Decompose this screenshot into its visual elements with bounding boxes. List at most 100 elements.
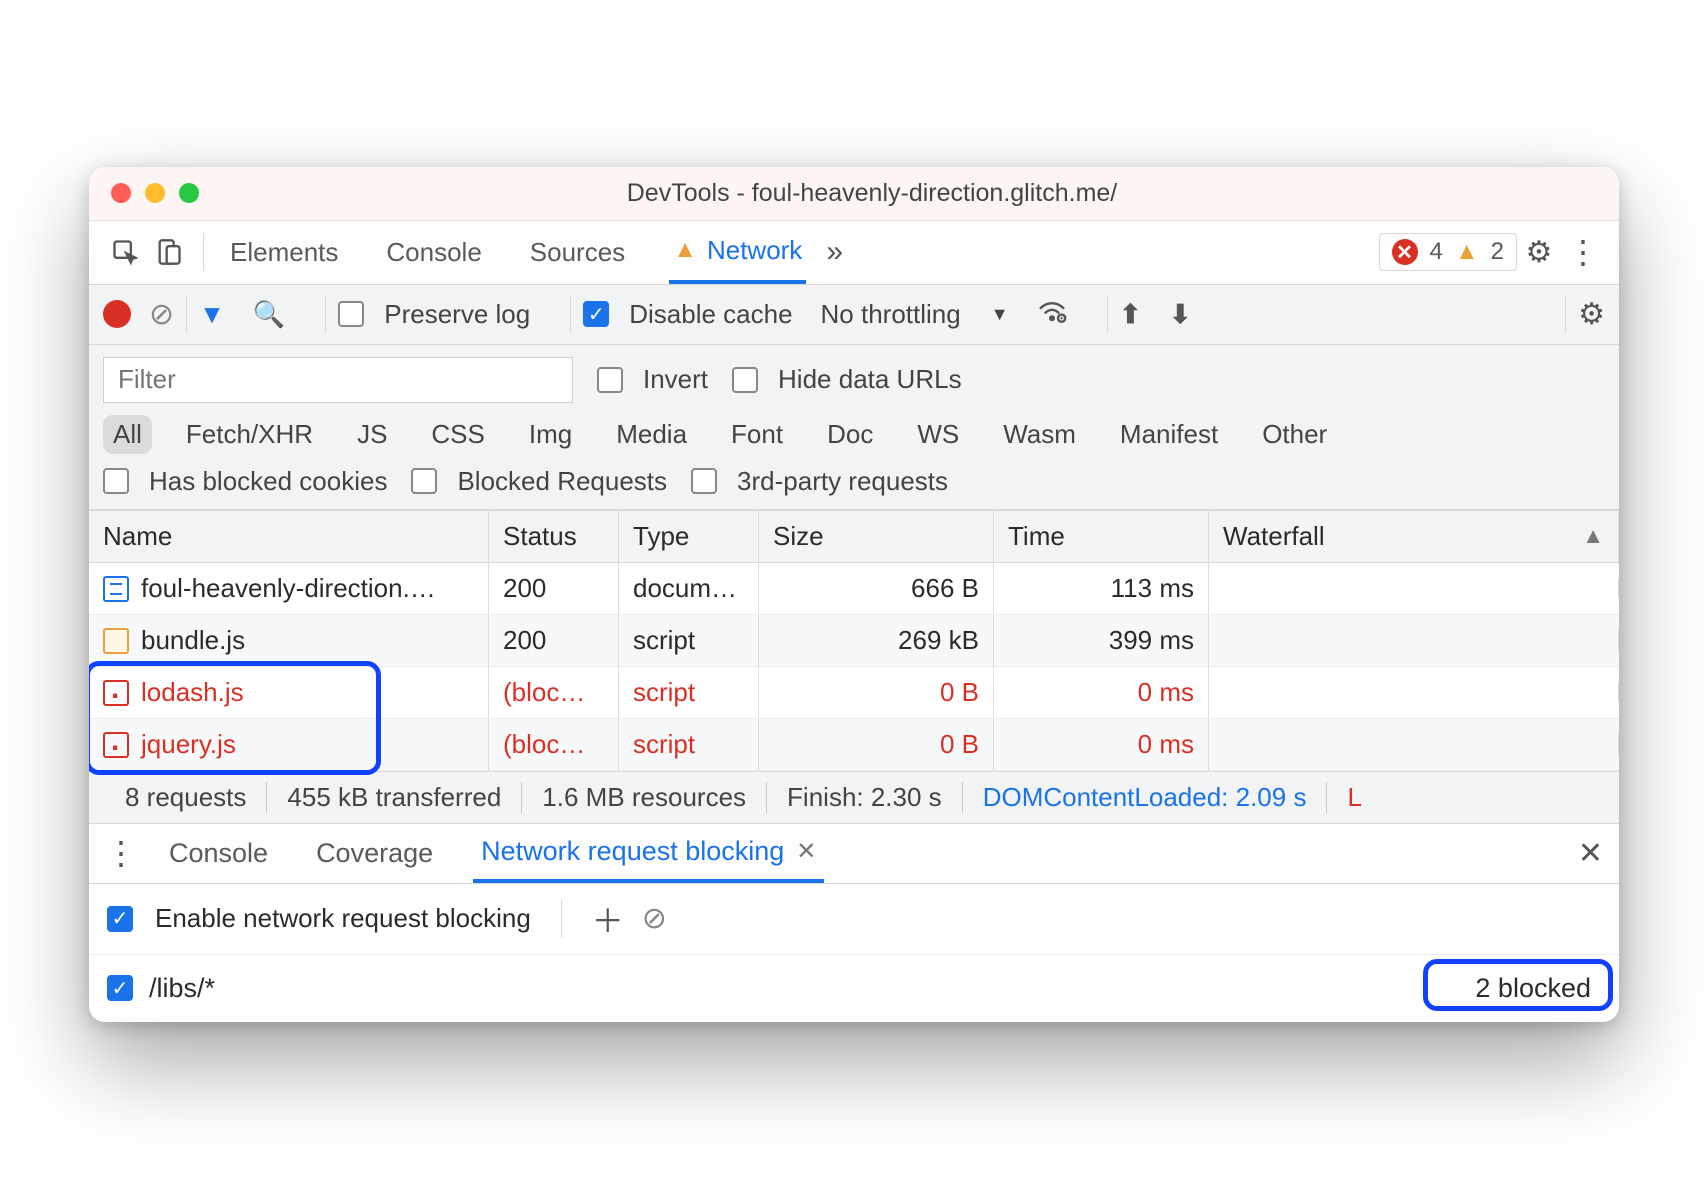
col-time[interactable]: Time: [994, 511, 1209, 562]
script-icon: [103, 628, 129, 654]
table-row[interactable]: lodash.js (bloc… script 0 B 0 ms: [89, 667, 1619, 719]
cell-name: foul-heavenly-direction.…: [141, 573, 436, 603]
settings-icon[interactable]: ⚙: [1517, 221, 1561, 284]
filter-input[interactable]: [103, 357, 573, 403]
col-status[interactable]: Status: [489, 511, 619, 562]
cell-size: 0 B: [759, 719, 994, 770]
upload-har-icon[interactable]: ⬆: [1120, 299, 1142, 330]
device-toggle-icon[interactable]: [147, 221, 191, 284]
record-icon[interactable]: [103, 300, 131, 328]
search-icon[interactable]: 🔍: [253, 299, 285, 330]
clear-icon[interactable]: ⊘: [149, 297, 174, 332]
annotation-highlight: [1423, 959, 1613, 1011]
table-header: Name Status Type Size Time Waterfall ▲: [89, 510, 1619, 563]
blocked-script-icon: [103, 680, 129, 706]
kebab-menu-icon[interactable]: ⋮: [1561, 221, 1605, 284]
invert-label: Invert: [643, 364, 708, 395]
summary-resources: 1.6 MB resources: [522, 782, 767, 813]
summary-dcl: DOMContentLoaded: 2.09 s: [963, 782, 1328, 813]
label: Blocked Requests: [457, 466, 667, 497]
blocked-requests-checkbox[interactable]: Blocked Requests: [411, 466, 667, 497]
cell-name: lodash.js: [141, 677, 244, 707]
cell-status: 200: [489, 615, 619, 666]
type-filter-manifest[interactable]: Manifest: [1110, 415, 1228, 454]
has-blocked-cookies-checkbox[interactable]: Has blocked cookies: [103, 466, 387, 497]
blocked-script-icon: [103, 732, 129, 758]
table-row[interactable]: foul-heavenly-direction.… 200 docum… 666…: [89, 563, 1619, 615]
tab-label: Network request blocking: [481, 836, 784, 867]
cell-name: bundle.js: [141, 625, 245, 655]
more-tabs-icon[interactable]: »: [826, 235, 843, 269]
cell-type: script: [619, 615, 759, 666]
table-body: foul-heavenly-direction.… 200 docum… 666…: [89, 563, 1619, 771]
close-drawer-icon[interactable]: ✕: [1578, 836, 1603, 871]
sort-asc-icon: ▲: [1582, 523, 1604, 549]
throttling-value: No throttling: [821, 299, 961, 330]
blocking-pattern-row[interactable]: ✓ /libs/* 2 blocked: [89, 955, 1619, 1022]
tab-console[interactable]: Console: [382, 221, 485, 284]
preserve-log-checkbox[interactable]: Preserve log: [338, 299, 530, 330]
type-filter-img[interactable]: Img: [519, 415, 582, 454]
throttling-select[interactable]: No throttling ▼: [821, 299, 1009, 330]
hide-data-urls-checkbox[interactable]: Hide data URLs: [732, 364, 962, 395]
type-filter-doc[interactable]: Doc: [817, 415, 883, 454]
summary-requests: 8 requests: [105, 782, 267, 813]
col-name[interactable]: Name: [89, 511, 489, 562]
warning-icon: ▲: [1455, 238, 1479, 266]
close-icon[interactable]: [111, 183, 131, 203]
invert-checkbox[interactable]: Invert: [597, 364, 708, 395]
type-filter-ws[interactable]: WS: [907, 415, 969, 454]
filter-icon[interactable]: ▼: [199, 299, 225, 330]
minimize-icon[interactable]: [145, 183, 165, 203]
tab-elements[interactable]: Elements: [226, 221, 342, 284]
table-row[interactable]: jquery.js (bloc… script 0 B 0 ms: [89, 719, 1619, 771]
third-party-checkbox[interactable]: 3rd-party requests: [691, 466, 948, 497]
type-filter-media[interactable]: Media: [606, 415, 697, 454]
tab-sources[interactable]: Sources: [526, 221, 629, 284]
type-filter-all[interactable]: All: [103, 415, 152, 454]
enable-blocking-label: Enable network request blocking: [155, 903, 531, 934]
window-title: DevTools - foul-heavenly-direction.glitc…: [227, 179, 1517, 208]
type-filter-other[interactable]: Other: [1252, 415, 1337, 454]
cell-type: script: [619, 667, 759, 718]
type-filter-js[interactable]: JS: [347, 415, 397, 454]
disable-cache-label: Disable cache: [629, 299, 792, 330]
network-summary: 8 requests 455 kB transferred 1.6 MB res…: [89, 771, 1619, 824]
col-size[interactable]: Size: [759, 511, 994, 562]
cell-status: 200: [489, 563, 619, 614]
cell-type: docum…: [619, 563, 759, 614]
issue-counts[interactable]: ✕ 4 ▲ 2: [1379, 233, 1517, 271]
tab-label: Console: [169, 838, 268, 869]
network-conditions-icon[interactable]: [1037, 299, 1067, 330]
blocking-toolbar: ✓ Enable network request blocking ＋ ⊘: [89, 884, 1619, 955]
close-tab-icon[interactable]: ✕: [796, 837, 816, 866]
table-row[interactable]: bundle.js 200 script 269 kB 399 ms: [89, 615, 1619, 667]
zoom-icon[interactable]: [179, 183, 199, 203]
cell-size: 666 B: [759, 563, 994, 614]
drawer-kebab-icon[interactable]: ⋮: [105, 834, 137, 872]
type-filter-wasm[interactable]: Wasm: [993, 415, 1086, 454]
tab-label: Network: [707, 235, 802, 266]
enable-blocking-checkbox[interactable]: ✓ Enable network request blocking: [107, 903, 531, 934]
label: Waterfall: [1223, 521, 1325, 552]
cell-time: 399 ms: [994, 615, 1209, 666]
type-filter-fetch[interactable]: Fetch/XHR: [176, 415, 323, 454]
inspect-element-icon[interactable]: [103, 221, 147, 284]
network-settings-icon[interactable]: ⚙: [1578, 297, 1605, 332]
chevron-down-icon: ▼: [991, 304, 1009, 325]
pattern-text: /libs/*: [149, 973, 215, 1004]
col-waterfall[interactable]: Waterfall ▲: [1209, 511, 1619, 562]
add-pattern-icon[interactable]: ＋: [592, 896, 624, 942]
disable-cache-checkbox[interactable]: ✓Disable cache: [583, 299, 792, 330]
drawer-tab-blocking[interactable]: Network request blocking ✕: [473, 824, 824, 883]
tab-network[interactable]: ▲ Network: [669, 221, 806, 284]
drawer-tab-console[interactable]: Console: [161, 824, 276, 883]
download-har-icon[interactable]: ⬇: [1169, 299, 1191, 330]
clear-patterns-icon[interactable]: ⊘: [642, 901, 667, 936]
summary-load: L: [1327, 782, 1361, 813]
drawer-tab-coverage[interactable]: Coverage: [308, 824, 441, 883]
type-filter-css[interactable]: CSS: [421, 415, 494, 454]
tab-label: Elements: [230, 237, 338, 268]
type-filter-font[interactable]: Font: [721, 415, 793, 454]
col-type[interactable]: Type: [619, 511, 759, 562]
